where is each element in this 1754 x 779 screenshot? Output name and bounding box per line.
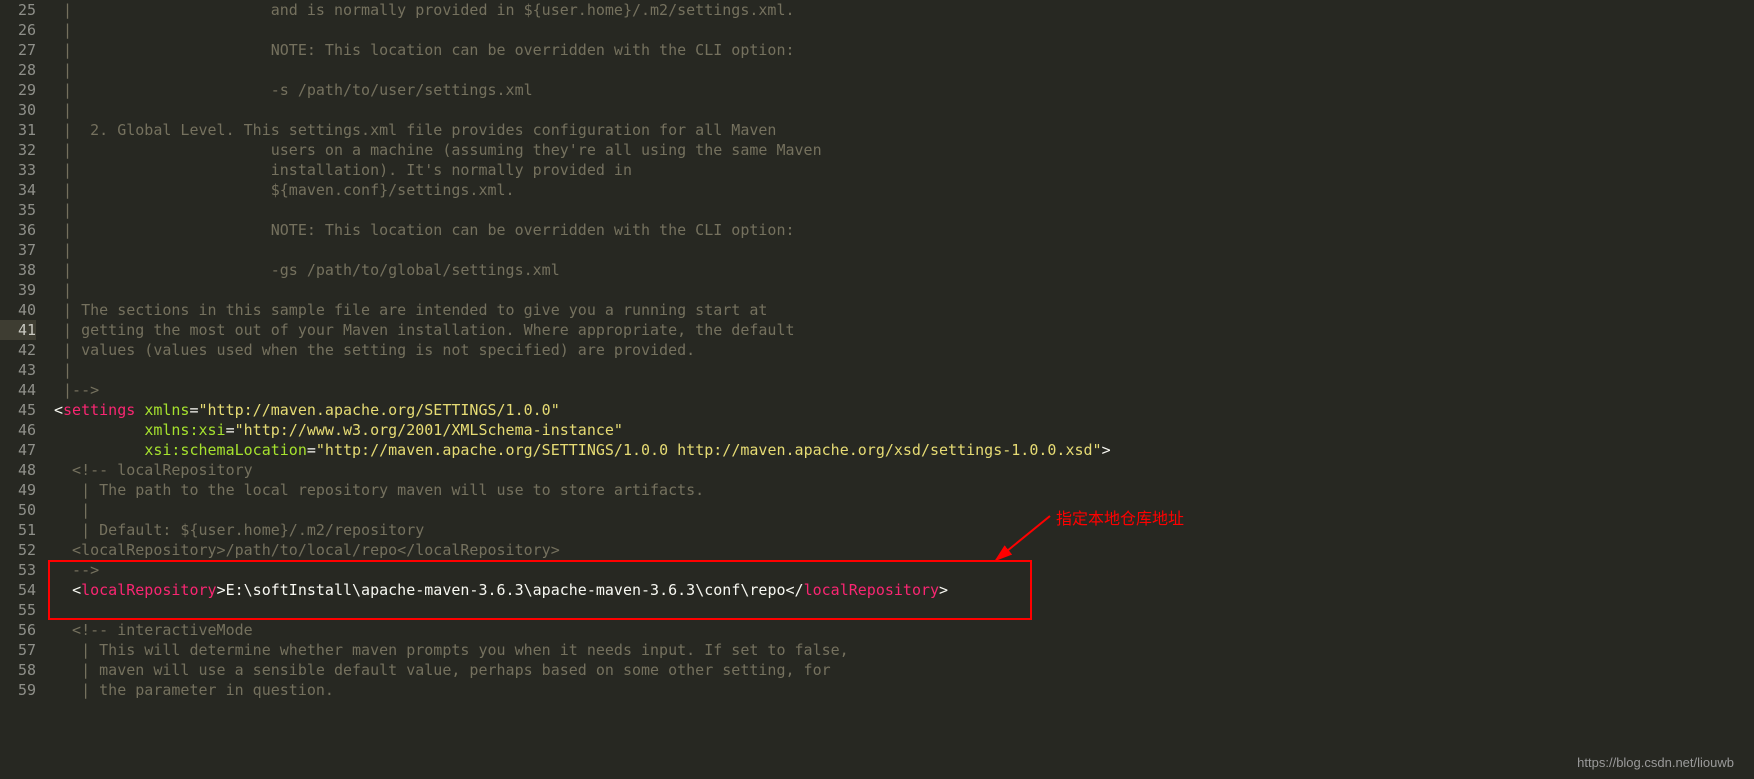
code-line[interactable]: | The sections in this sample file are i… (54, 300, 1111, 320)
code-line[interactable]: xsi:schemaLocation="http://maven.apache.… (54, 440, 1111, 460)
line-number: 34 (0, 180, 36, 200)
line-number: 29 (0, 80, 36, 100)
line-number: 28 (0, 60, 36, 80)
line-number: 47 (0, 440, 36, 460)
code-line[interactable]: | (54, 500, 1111, 520)
line-number: 43 (0, 360, 36, 380)
code-line[interactable]: | (54, 200, 1111, 220)
line-number: 33 (0, 160, 36, 180)
code-line[interactable]: | (54, 240, 1111, 260)
line-number: 32 (0, 140, 36, 160)
code-line[interactable]: | ${maven.conf}/settings.xml. (54, 180, 1111, 200)
line-number: 53 (0, 560, 36, 580)
line-number: 50 (0, 500, 36, 520)
line-number: 51 (0, 520, 36, 540)
line-number-gutter: 2526272829303132333435363738394041424344… (0, 0, 44, 700)
code-line[interactable]: | (54, 20, 1111, 40)
line-number: 31 (0, 120, 36, 140)
code-line[interactable] (54, 600, 1111, 620)
code-line[interactable]: | -s /path/to/user/settings.xml (54, 80, 1111, 100)
line-number: 55 (0, 600, 36, 620)
line-number: 56 (0, 620, 36, 640)
line-number: 37 (0, 240, 36, 260)
code-line[interactable]: | installation). It's normally provided … (54, 160, 1111, 180)
code-line[interactable]: <!-- localRepository (54, 460, 1111, 480)
line-number: 39 (0, 280, 36, 300)
line-number: 45 (0, 400, 36, 420)
code-line[interactable]: | (54, 100, 1111, 120)
code-line[interactable]: | values (values used when the setting i… (54, 340, 1111, 360)
line-number: 44 (0, 380, 36, 400)
code-line[interactable]: | getting the most out of your Maven ins… (54, 320, 1111, 340)
line-number: 25 (0, 0, 36, 20)
line-number: 49 (0, 480, 36, 500)
code-line[interactable]: | (54, 280, 1111, 300)
code-line[interactable]: |--> (54, 380, 1111, 400)
line-number: 35 (0, 200, 36, 220)
code-line[interactable]: | This will determine whether maven prom… (54, 640, 1111, 660)
code-editor[interactable]: 2526272829303132333435363738394041424344… (0, 0, 1754, 700)
code-line[interactable]: | NOTE: This location can be overridden … (54, 40, 1111, 60)
line-number: 48 (0, 460, 36, 480)
code-line[interactable]: <!-- interactiveMode (54, 620, 1111, 640)
line-number: 42 (0, 340, 36, 360)
code-line[interactable]: | The path to the local repository maven… (54, 480, 1111, 500)
line-number: 26 (0, 20, 36, 40)
code-line[interactable]: | (54, 60, 1111, 80)
code-line[interactable]: --> (54, 560, 1111, 580)
code-line[interactable]: <settings xmlns="http://maven.apache.org… (54, 400, 1111, 420)
code-area[interactable]: | and is normally provided in ${user.hom… (44, 0, 1111, 700)
line-number: 46 (0, 420, 36, 440)
line-number: 27 (0, 40, 36, 60)
code-line[interactable]: <localRepository>/path/to/local/repo</lo… (54, 540, 1111, 560)
code-line[interactable]: | (54, 360, 1111, 380)
watermark: https://blog.csdn.net/liouwb (1577, 753, 1734, 773)
line-number: 57 (0, 640, 36, 660)
line-number: 52 (0, 540, 36, 560)
code-line[interactable]: | 2. Global Level. This settings.xml fil… (54, 120, 1111, 140)
line-number: 30 (0, 100, 36, 120)
code-line[interactable]: | NOTE: This location can be overridden … (54, 220, 1111, 240)
line-number: 36 (0, 220, 36, 240)
code-line[interactable]: | -gs /path/to/global/settings.xml (54, 260, 1111, 280)
line-number: 40 (0, 300, 36, 320)
annotation-label: 指定本地仓库地址 (1056, 510, 1184, 530)
line-number: 41 (0, 320, 36, 340)
code-line[interactable]: | users on a machine (assuming they're a… (54, 140, 1111, 160)
code-line[interactable]: <localRepository>E:\softInstall\apache-m… (54, 580, 1111, 600)
line-number: 58 (0, 660, 36, 680)
line-number: 54 (0, 580, 36, 600)
code-line[interactable]: xmlns:xsi="http://www.w3.org/2001/XMLSch… (54, 420, 1111, 440)
code-line[interactable]: | maven will use a sensible default valu… (54, 660, 1111, 680)
code-line[interactable]: | and is normally provided in ${user.hom… (54, 0, 1111, 20)
code-line[interactable]: | Default: ${user.home}/.m2/repository (54, 520, 1111, 540)
line-number: 59 (0, 680, 36, 700)
line-number: 38 (0, 260, 36, 280)
code-line[interactable]: | the parameter in question. (54, 680, 1111, 700)
